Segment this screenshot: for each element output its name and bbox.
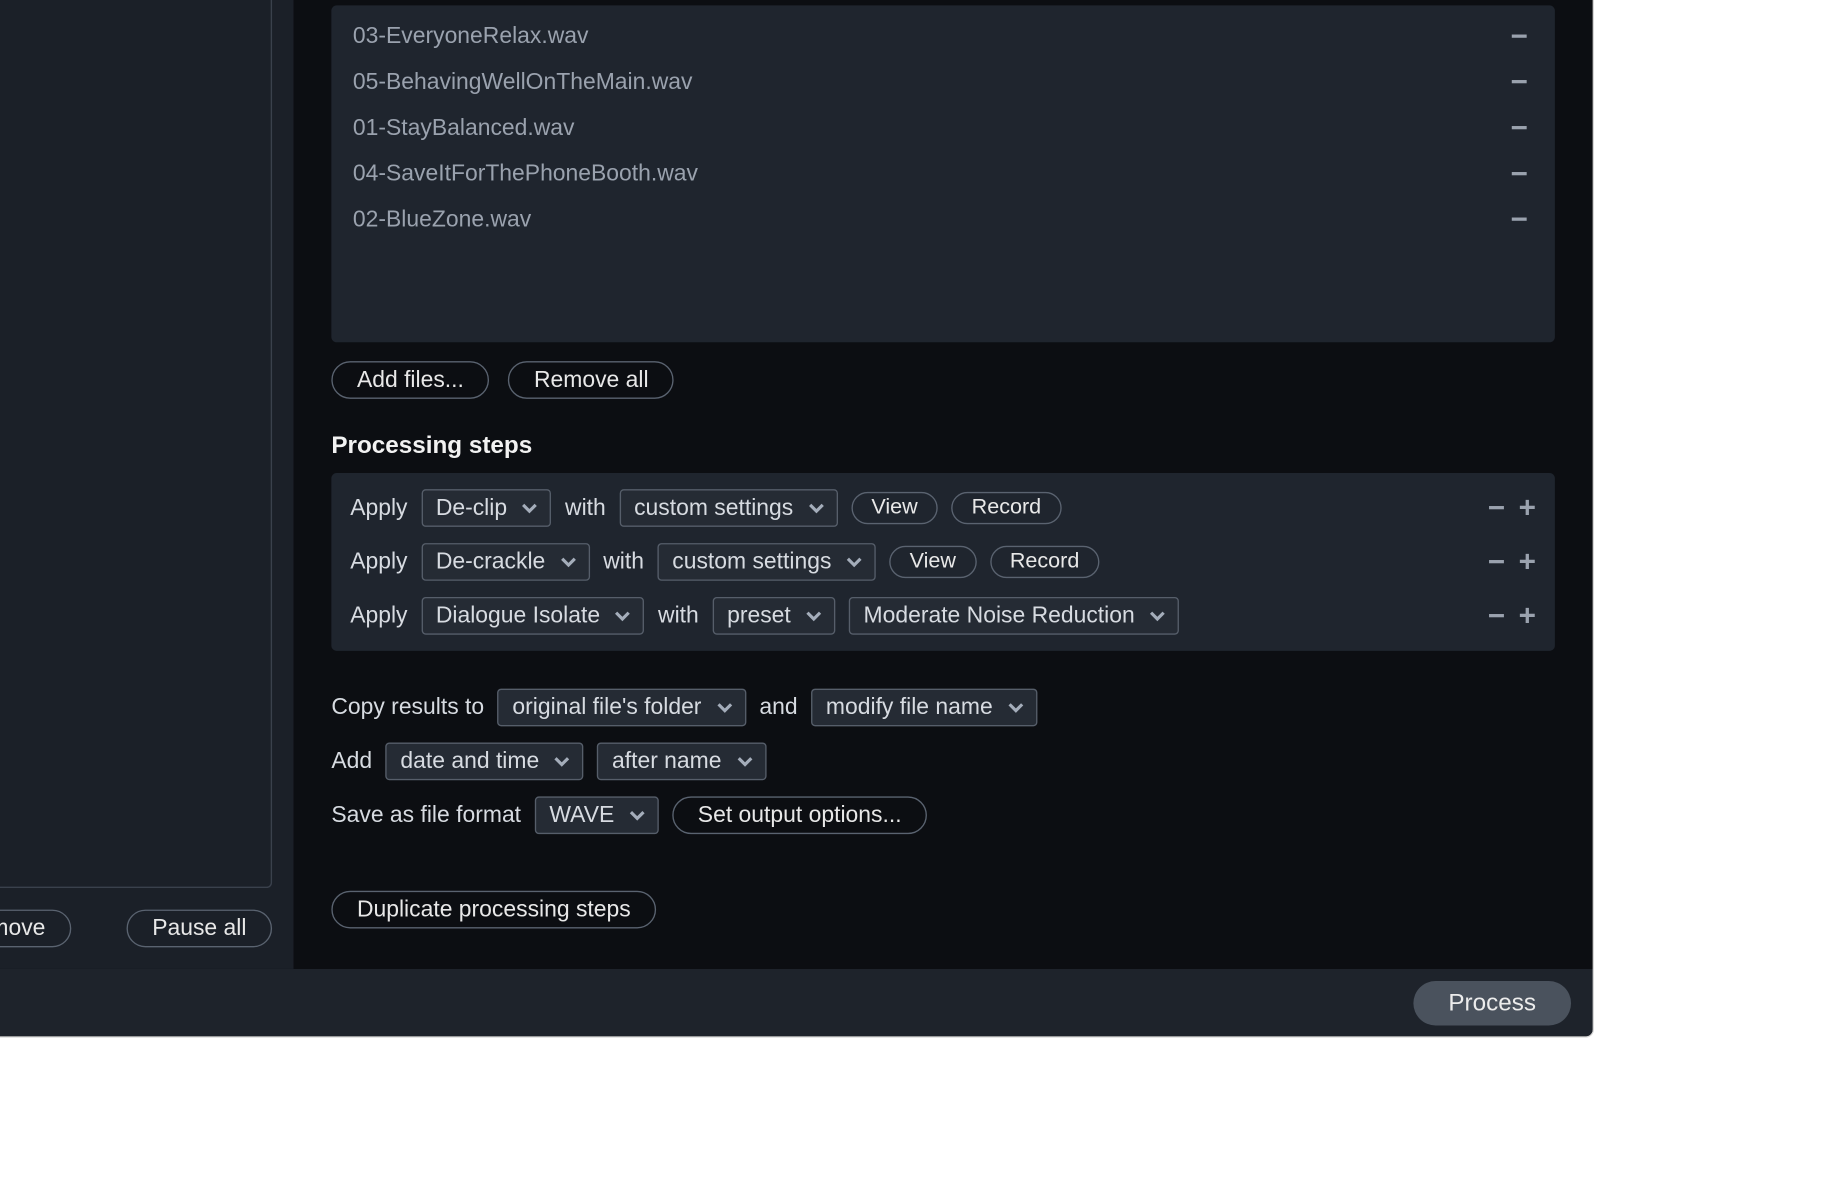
processing-step-row: Apply Dialogue Isolate with preset Moderate … <box>331 589 1555 643</box>
mode-select[interactable]: custom settings <box>619 489 837 527</box>
apply-label: Apply <box>350 495 407 522</box>
effect-select[interactable]: De-clip <box>421 489 552 527</box>
effect-select[interactable]: Dialogue Isolate <box>421 597 645 635</box>
chevron-down-icon <box>735 752 754 771</box>
processing-steps-heading: Processing steps <box>331 431 1555 459</box>
chevron-down-icon <box>804 606 823 625</box>
input-file-row[interactable]: 05-BehavingWellOnTheMain.wav − <box>331 59 1555 105</box>
preset-value: Moderate Noise Reduction <box>864 602 1135 629</box>
set-output-options-button[interactable]: Set output options... <box>672 796 927 834</box>
with-label: with <box>565 495 606 522</box>
add-step-icon[interactable]: + <box>1519 544 1536 579</box>
input-file-row[interactable]: 04-SaveItForThePhoneBooth.wav − <box>331 151 1555 197</box>
view-button[interactable]: View <box>889 546 976 578</box>
batch-queue-item[interactable]: everyone <box>0 0 252 19</box>
input-file-row[interactable]: 03-EveryoneRelax.wav − <box>331 13 1555 59</box>
chevron-down-icon <box>807 499 826 518</box>
input-files-panel: 03-EveryoneRelax.wav−05-BehavingWellOnTh… <box>331 5 1555 342</box>
input-file-row[interactable]: 02-BlueZone.wav − <box>331 197 1555 243</box>
view-button[interactable]: View <box>851 492 938 524</box>
mode-value: preset <box>727 602 791 629</box>
copy-results-label: Copy results to <box>331 694 484 721</box>
input-file-name: 02-BlueZone.wav <box>353 206 531 233</box>
remove-file-icon[interactable]: − <box>1505 19 1533 54</box>
processing-step-row: Apply De-clip with custom settings View Recor… <box>331 481 1555 535</box>
output-settings: Copy results to original file's folder a… <box>331 689 1555 929</box>
batch-queue-list[interactable]: everyonerelax <box>0 0 272 888</box>
remove-step-icon[interactable]: − <box>1488 598 1505 633</box>
remove-all-files-button[interactable]: Remove all <box>508 361 674 399</box>
remove-batch-button[interactable]: Remove <box>0 910 71 948</box>
add-what-value: date and time <box>400 748 539 775</box>
remove-file-icon[interactable]: − <box>1505 202 1533 237</box>
mode-value: custom settings <box>672 548 831 575</box>
chevron-down-icon <box>1148 606 1167 625</box>
main-panel: Input files 03-EveryoneRelax.wav−05-Beha… <box>294 0 1593 969</box>
pause-all-button[interactable]: Pause all <box>127 910 272 948</box>
effect-value: Dialogue Isolate <box>436 602 600 629</box>
mode-select[interactable]: custom settings <box>657 543 875 581</box>
chevron-down-icon <box>845 552 864 571</box>
remove-file-icon[interactable]: − <box>1505 65 1533 100</box>
with-label: with <box>658 602 699 629</box>
processing-steps-panel: Apply De-clip with custom settings View Recor… <box>331 473 1555 651</box>
chevron-down-icon <box>559 552 578 571</box>
effect-value: De-crackle <box>436 548 545 575</box>
apply-label: Apply <box>350 548 407 575</box>
with-label: with <box>603 548 644 575</box>
name-action-select[interactable]: modify file name <box>811 689 1037 727</box>
save-format-label: Save as file format <box>331 802 521 829</box>
processing-step-row: Apply De-crackle with custom settings View Re… <box>331 535 1555 589</box>
input-file-row[interactable]: 01-StayBalanced.wav − <box>331 105 1555 151</box>
input-file-name: 01-StayBalanced.wav <box>353 115 575 142</box>
add-label: Add <box>331 748 372 775</box>
remove-step-icon[interactable]: − <box>1488 544 1505 579</box>
add-where-select[interactable]: after name <box>597 742 766 780</box>
destination-value: original file's folder <box>512 694 701 721</box>
effect-value: De-clip <box>436 495 507 522</box>
batch-sidebar: everyonerelax Add Remove Pause all <box>0 0 294 969</box>
format-value: WAVE <box>549 802 614 829</box>
remove-file-icon[interactable]: − <box>1505 111 1533 146</box>
input-file-name: 03-EveryoneRelax.wav <box>353 23 589 50</box>
remove-file-icon[interactable]: − <box>1505 156 1533 191</box>
input-file-name: 04-SaveItForThePhoneBooth.wav <box>353 160 698 187</box>
process-button[interactable]: Process <box>1413 980 1571 1024</box>
apply-label: Apply <box>350 602 407 629</box>
input-file-name: 05-BehavingWellOnTheMain.wav <box>353 69 693 96</box>
batch-queue-item[interactable]: relax <box>0 19 252 54</box>
record-button[interactable]: Record <box>951 492 1061 524</box>
add-files-button[interactable]: Add files... <box>331 361 489 399</box>
chevron-down-icon <box>521 499 540 518</box>
chevron-down-icon <box>715 698 734 717</box>
chevron-down-icon <box>1006 698 1025 717</box>
remove-step-icon[interactable]: − <box>1488 491 1505 526</box>
chevron-down-icon <box>628 806 647 825</box>
mode-value: custom settings <box>634 495 793 522</box>
add-step-icon[interactable]: + <box>1519 491 1536 526</box>
chevron-down-icon <box>614 606 633 625</box>
add-where-value: after name <box>612 748 722 775</box>
effect-select[interactable]: De-crackle <box>421 543 590 581</box>
name-action-value: modify file name <box>826 694 993 721</box>
chevron-down-icon <box>553 752 572 771</box>
format-select[interactable]: WAVE <box>535 796 659 834</box>
footer: Process <box>0 969 1593 1036</box>
preset-select[interactable]: Moderate Noise Reduction <box>849 597 1180 635</box>
mode-select[interactable]: preset <box>712 597 835 635</box>
duplicate-steps-button[interactable]: Duplicate processing steps <box>331 891 656 929</box>
record-button[interactable]: Record <box>990 546 1100 578</box>
add-step-icon[interactable]: + <box>1519 598 1536 633</box>
and-label: and <box>759 694 797 721</box>
destination-select[interactable]: original file's folder <box>498 689 746 727</box>
add-what-select[interactable]: date and time <box>386 742 584 780</box>
